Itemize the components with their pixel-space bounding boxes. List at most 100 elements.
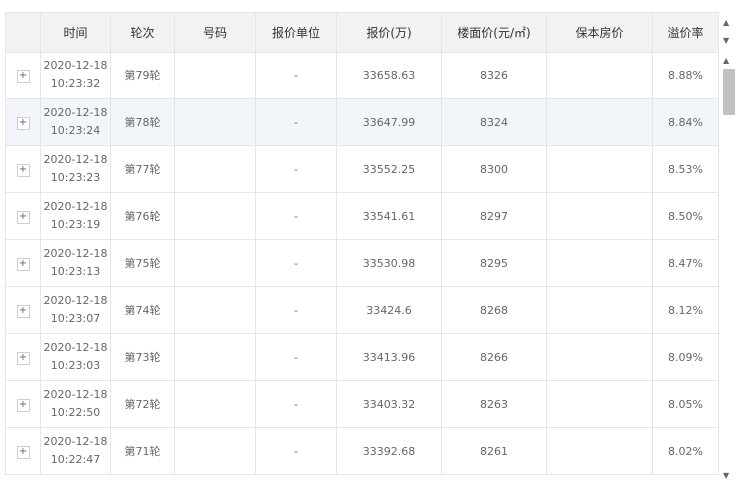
plus-expand-icon[interactable]: + [16,163,30,177]
col-header-premium-rate[interactable]: 溢价率 [652,12,719,53]
expand-cell: + [5,98,41,146]
breakeven-price-cell [546,52,653,99]
table-row[interactable]: +2020-12-18 10:22:50 第72轮 -33403.32 8263 8.05… [5,380,719,428]
scroll-down-arrow-icon[interactable]: ▼ [723,471,729,480]
floor-price-cell: 8268 [441,286,547,334]
price-cell: 33424.6 [336,286,442,334]
price-cell: 33392.68 [336,427,442,475]
plus-expand-icon[interactable]: + [16,398,30,412]
price-cell: 33403.32 [336,380,442,428]
bid-date: 2020-12-18 [43,106,108,119]
breakeven-price-cell [546,239,653,287]
price-cell: 33552.25 [336,145,442,193]
plus-expand-icon[interactable]: + [16,69,30,83]
bid-unit-cell: - [255,286,337,334]
bid-unit-cell: - [255,239,337,287]
table-row[interactable]: +2020-12-18 10:22:47 第71轮 -33392.68 8261 8.02… [5,427,719,475]
col-header-breakeven-price[interactable]: 保本房价 [546,12,653,53]
floor-price-cell: 8326 [441,52,547,99]
table-row[interactable]: +2020-12-18 10:23:19 第76轮 -33541.61 8297 8.50… [5,192,719,240]
plus-expand-icon[interactable]: + [16,116,30,130]
plus-expand-icon[interactable]: + [16,304,30,318]
round-cell: 第72轮 [110,380,175,428]
time-cell: 2020-12-18 10:23:32 [40,52,111,99]
plus-expand-icon[interactable]: + [16,210,30,224]
plus-expand-icon[interactable]: + [16,257,30,271]
col-header-floor-price[interactable]: 楼面价(元/㎡) [441,12,547,53]
premium-rate-cell: 8.12% [652,286,719,334]
bid-unit-cell: - [255,380,337,428]
table-row[interactable]: +2020-12-18 10:23:07 第74轮 -33424.6 8268 8.12% [5,286,719,334]
bid-unit-cell: - [255,145,337,193]
expand-cell: + [5,239,41,287]
number-cell [174,192,256,240]
plus-expand-icon[interactable]: + [16,351,30,365]
time-cell: 2020-12-18 10:23:24 [40,98,111,146]
bid-time: 10:22:50 [50,406,101,419]
col-header-bid-unit[interactable]: 报价单位 [255,12,337,53]
breakeven-price-cell [546,192,653,240]
premium-rate-cell: 8.02% [652,427,719,475]
round-cell: 第74轮 [110,286,175,334]
number-cell [174,333,256,381]
bid-unit-cell: - [255,427,337,475]
bid-time: 10:22:47 [50,453,101,466]
plus-expand-icon[interactable]: + [16,445,30,459]
col-header-number[interactable]: 号码 [174,12,256,53]
bid-unit-cell: - [255,192,337,240]
breakeven-price-cell [546,145,653,193]
floor-price-cell: 8266 [441,333,547,381]
table-row[interactable]: +2020-12-18 10:23:24 第78轮 -33647.99 8324 8.84… [5,98,719,146]
floor-price-cell: 8324 [441,98,547,146]
time-cell: 2020-12-18 10:22:47 [40,427,111,475]
col-header-time[interactable]: 时间 [40,12,111,53]
time-cell: 2020-12-18 10:23:19 [40,192,111,240]
expand-cell: + [5,192,41,240]
header-up-arrow-icon[interactable]: ▲ [723,18,729,27]
bid-time: 10:23:13 [50,265,101,278]
bid-date: 2020-12-18 [43,341,108,354]
number-cell [174,145,256,193]
table-row[interactable]: +2020-12-18 10:23:13 第75轮 -33530.98 8295 8.47… [5,239,719,287]
table-header: 时间 轮次 号码 报价单位 报价(万) 楼面价(元/㎡) 保本房价 溢价率 [5,12,719,53]
time-cell: 2020-12-18 10:23:13 [40,239,111,287]
bid-unit-cell: - [255,98,337,146]
round-cell: 第73轮 [110,333,175,381]
number-cell [174,286,256,334]
expand-cell: + [5,427,41,475]
scrollbar-thumb[interactable] [723,69,735,115]
floor-price-cell: 8297 [441,192,547,240]
round-cell: 第71轮 [110,427,175,475]
bid-date: 2020-12-18 [43,200,108,213]
time-cell: 2020-12-18 10:22:50 [40,380,111,428]
time-cell: 2020-12-18 10:23:03 [40,333,111,381]
col-header-price[interactable]: 报价(万) [336,12,442,53]
bid-date: 2020-12-18 [43,59,108,72]
col-header-round[interactable]: 轮次 [110,12,175,53]
premium-rate-cell: 8.53% [652,145,719,193]
scroll-up-arrow-icon[interactable]: ▲ [723,56,729,65]
header-scroll-gutter: ▲ ▼ [719,12,735,52]
price-cell: 33413.96 [336,333,442,381]
floor-price-cell: 8295 [441,239,547,287]
expand-cell: + [5,380,41,428]
breakeven-price-cell [546,98,653,146]
premium-rate-cell: 8.09% [652,333,719,381]
table-body: +2020-12-18 10:23:32 第79轮 -33658.63 8326 8.88… [5,52,719,475]
time-cell: 2020-12-18 10:23:07 [40,286,111,334]
bid-history-table: 时间 轮次 号码 报价单位 报价(万) 楼面价(元/㎡) 保本房价 溢价率 +2… [5,12,735,483]
breakeven-price-cell [546,286,653,334]
round-cell: 第77轮 [110,145,175,193]
header-down-arrow-icon[interactable]: ▼ [723,36,729,45]
table-row[interactable]: +2020-12-18 10:23:23 第77轮 -33552.25 8300 8.53… [5,145,719,193]
table-row[interactable]: +2020-12-18 10:23:03 第73轮 -33413.96 8266 8.09… [5,333,719,381]
table-row[interactable]: +2020-12-18 10:23:32 第79轮 -33658.63 8326 8.88… [5,52,719,99]
bid-date: 2020-12-18 [43,435,108,448]
bid-date: 2020-12-18 [43,247,108,260]
breakeven-price-cell [546,427,653,475]
bid-time: 10:23:32 [50,77,101,90]
premium-rate-cell: 8.05% [652,380,719,428]
expand-cell: + [5,145,41,193]
expand-cell: + [5,52,41,99]
vertical-scrollbar[interactable]: ▲ ▼ [719,52,735,483]
